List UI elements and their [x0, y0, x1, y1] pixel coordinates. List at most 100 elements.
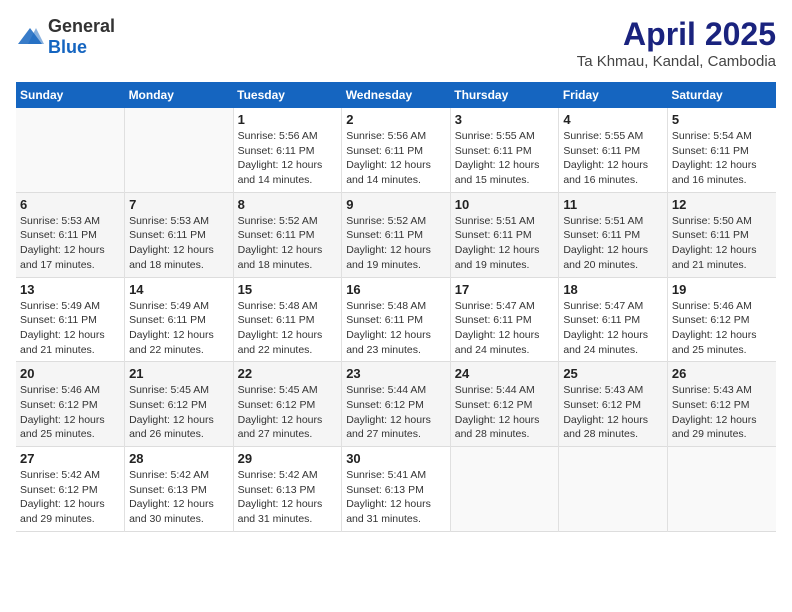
calendar-body: 1 Sunrise: 5:56 AMSunset: 6:11 PMDaylight…: [16, 108, 776, 531]
day-number: 8: [238, 197, 338, 212]
day-number: 5: [672, 112, 772, 127]
day-cell: 28 Sunrise: 5:42 AMSunset: 6:13 PMDayligh…: [125, 447, 234, 532]
col-wednesday: Wednesday: [342, 82, 451, 108]
day-number: 29: [238, 451, 338, 466]
day-detail: Sunrise: 5:45 AMSunset: 6:12 PMDaylight:…: [238, 384, 323, 440]
calendar-header: Sunday Monday Tuesday Wednesday Thursday…: [16, 82, 776, 108]
day-cell: 6Sunrise: 5:53 AMSunset: 6:11 PMDaylight…: [16, 192, 125, 277]
day-number: 2: [346, 112, 446, 127]
day-number: 17: [455, 282, 555, 297]
day-detail: Sunrise: 5:49 AMSunset: 6:11 PMDaylight:…: [129, 300, 214, 356]
day-detail: Sunrise: 5:55 AMSunset: 6:11 PMDaylight:…: [455, 130, 540, 186]
logo: General Blue: [16, 16, 115, 58]
day-cell: 20 Sunrise: 5:46 AMSunset: 6:12 PMDayligh…: [16, 362, 125, 447]
day-detail: Sunrise: 5:41 AMSunset: 6:13 PMDaylight:…: [346, 469, 431, 525]
logo-icon: [16, 26, 44, 48]
day-detail: Sunrise: 5:56 AMSunset: 6:11 PMDaylight:…: [238, 130, 323, 186]
day-number: 30: [346, 451, 446, 466]
day-detail: Sunrise: 5:55 AMSunset: 6:11 PMDaylight:…: [563, 130, 648, 186]
day-cell: 3 Sunrise: 5:55 AMSunset: 6:11 PMDaylight…: [450, 108, 559, 192]
logo-blue: Blue: [48, 37, 87, 57]
week-row-4: 20 Sunrise: 5:46 AMSunset: 6:12 PMDayligh…: [16, 362, 776, 447]
day-detail: Sunrise: 5:47 AMSunset: 6:11 PMDaylight:…: [563, 300, 648, 356]
main-title: April 2025: [577, 16, 776, 53]
day-cell: 16 Sunrise: 5:48 AMSunset: 6:11 PMDayligh…: [342, 277, 451, 362]
day-number: 20: [20, 366, 120, 381]
day-number: 23: [346, 366, 446, 381]
day-number: 3: [455, 112, 555, 127]
day-detail: Sunrise: 5:47 AMSunset: 6:11 PMDaylight:…: [455, 300, 540, 356]
day-number: 6: [20, 197, 120, 212]
header-row: Sunday Monday Tuesday Wednesday Thursday…: [16, 82, 776, 108]
day-detail: Sunrise: 5:51 AMSunset: 6:11 PMDaylight:…: [455, 215, 540, 271]
day-detail: Sunrise: 5:54 AMSunset: 6:11 PMDaylight:…: [672, 130, 757, 186]
day-cell: 21 Sunrise: 5:45 AMSunset: 6:12 PMDayligh…: [125, 362, 234, 447]
day-cell: 1 Sunrise: 5:56 AMSunset: 6:11 PMDaylight…: [233, 108, 342, 192]
day-cell: [125, 108, 234, 192]
day-detail: Sunrise: 5:46 AMSunset: 6:12 PMDaylight:…: [20, 384, 105, 440]
day-number: 18: [563, 282, 663, 297]
day-cell: 10 Sunrise: 5:51 AMSunset: 6:11 PMDayligh…: [450, 192, 559, 277]
day-detail: Sunrise: 5:45 AMSunset: 6:12 PMDaylight:…: [129, 384, 214, 440]
day-cell: 11Sunrise: 5:51 AMSunset: 6:11 PMDayligh…: [559, 192, 668, 277]
col-tuesday: Tuesday: [233, 82, 342, 108]
day-cell: 25Sunrise: 5:43 AMSunset: 6:12 PMDayligh…: [559, 362, 668, 447]
week-row-5: 27Sunrise: 5:42 AMSunset: 6:12 PMDayligh…: [16, 447, 776, 532]
day-number: 12: [672, 197, 772, 212]
day-cell: 18 Sunrise: 5:47 AMSunset: 6:11 PMDayligh…: [559, 277, 668, 362]
day-cell: 22 Sunrise: 5:45 AMSunset: 6:12 PMDayligh…: [233, 362, 342, 447]
day-detail: Sunrise: 5:52 AMSunset: 6:11 PMDaylight:…: [238, 215, 323, 271]
day-number: 11: [563, 197, 663, 212]
day-number: 28: [129, 451, 229, 466]
day-cell: 12 Sunrise: 5:50 AMSunset: 6:11 PMDayligh…: [667, 192, 776, 277]
day-cell: [559, 447, 668, 532]
day-number: 10: [455, 197, 555, 212]
day-detail: Sunrise: 5:42 AMSunset: 6:13 PMDaylight:…: [129, 469, 214, 525]
day-cell: 17 Sunrise: 5:47 AMSunset: 6:11 PMDayligh…: [450, 277, 559, 362]
day-cell: 27Sunrise: 5:42 AMSunset: 6:12 PMDayligh…: [16, 447, 125, 532]
day-cell: [16, 108, 125, 192]
day-cell: 13Sunrise: 5:49 AMSunset: 6:11 PMDayligh…: [16, 277, 125, 362]
day-detail: Sunrise: 5:48 AMSunset: 6:11 PMDaylight:…: [238, 300, 323, 356]
day-cell: 15 Sunrise: 5:48 AMSunset: 6:11 PMDayligh…: [233, 277, 342, 362]
day-detail: Sunrise: 5:42 AMSunset: 6:13 PMDaylight:…: [238, 469, 323, 525]
calendar-table: Sunday Monday Tuesday Wednesday Thursday…: [16, 82, 776, 532]
day-number: 14: [129, 282, 229, 297]
day-cell: 29 Sunrise: 5:42 AMSunset: 6:13 PMDayligh…: [233, 447, 342, 532]
day-cell: 2Sunrise: 5:56 AMSunset: 6:11 PMDaylight…: [342, 108, 451, 192]
week-row-1: 1 Sunrise: 5:56 AMSunset: 6:11 PMDaylight…: [16, 108, 776, 192]
day-number: 22: [238, 366, 338, 381]
day-cell: 14 Sunrise: 5:49 AMSunset: 6:11 PMDayligh…: [125, 277, 234, 362]
day-number: 16: [346, 282, 446, 297]
col-friday: Friday: [559, 82, 668, 108]
day-number: 9: [346, 197, 446, 212]
day-cell: 24 Sunrise: 5:44 AMSunset: 6:12 PMDayligh…: [450, 362, 559, 447]
day-cell: 26 Sunrise: 5:43 AMSunset: 6:12 PMDayligh…: [667, 362, 776, 447]
day-number: 13: [20, 282, 120, 297]
day-number: 26: [672, 366, 772, 381]
day-cell: 30 Sunrise: 5:41 AMSunset: 6:13 PMDayligh…: [342, 447, 451, 532]
day-cell: 5 Sunrise: 5:54 AMSunset: 6:11 PMDaylight…: [667, 108, 776, 192]
logo-general: General: [48, 16, 115, 36]
subtitle: Ta Khmau, Kandal, Cambodia: [577, 53, 776, 70]
day-detail: Sunrise: 5:44 AMSunset: 6:12 PMDaylight:…: [455, 384, 540, 440]
day-number: 15: [238, 282, 338, 297]
day-number: 24: [455, 366, 555, 381]
day-cell: 19Sunrise: 5:46 AMSunset: 6:12 PMDayligh…: [667, 277, 776, 362]
day-cell: 4Sunrise: 5:55 AMSunset: 6:11 PMDaylight…: [559, 108, 668, 192]
day-detail: Sunrise: 5:48 AMSunset: 6:11 PMDaylight:…: [346, 300, 431, 356]
day-cell: 23Sunrise: 5:44 AMSunset: 6:12 PMDayligh…: [342, 362, 451, 447]
col-thursday: Thursday: [450, 82, 559, 108]
day-number: 1: [238, 112, 338, 127]
week-row-3: 13 Sunrise: 5:49 AMSunset: 6:11 PMDayligh…: [16, 277, 776, 362]
logo-text: General Blue: [48, 16, 115, 58]
title-area: April 2025 Ta Khmau, Kandal, Cambodia: [577, 16, 776, 70]
day-number: 21: [129, 366, 229, 381]
week-row-2: 6 Sunrise: 5:53 AMSunset: 6:11 PMDaylight…: [16, 192, 776, 277]
day-detail: Sunrise: 5:50 AMSunset: 6:11 PMDaylight:…: [672, 215, 757, 271]
day-detail: Sunrise: 5:53 AMSunset: 6:11 PMDaylight:…: [129, 215, 214, 271]
day-cell: [450, 447, 559, 532]
day-detail: Sunrise: 5:43 AMSunset: 6:12 PMDaylight:…: [672, 384, 757, 440]
day-cell: [667, 447, 776, 532]
col-saturday: Saturday: [667, 82, 776, 108]
